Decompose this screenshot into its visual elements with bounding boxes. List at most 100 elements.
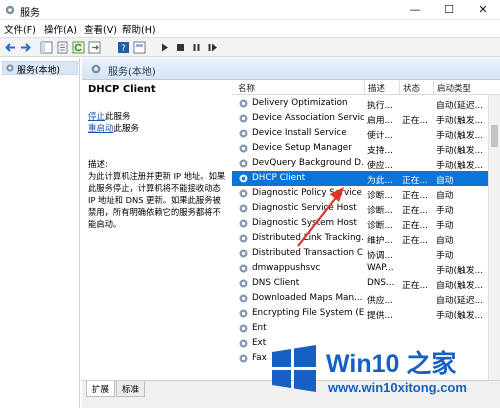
service-name-cell: DevQuery Background D... (252, 158, 364, 168)
service-description: 为此计算机注册并更新 IP 地址。如果 此服务停止，计算机将不能接收动态 IP … (88, 170, 230, 230)
service-name-cell: Diagnostic Policy Service (252, 188, 362, 198)
service-gear-icon (239, 204, 248, 213)
service-startup-cell: 自动(延迟... (436, 101, 484, 111)
menu-bar: 文件(F) 操作(A) 查看(V) 帮助(H) (0, 20, 500, 36)
service-name-cell: Diagnostic System Host (252, 218, 357, 228)
table-row[interactable]: Distributed Transaction C... 协调... 手动 (232, 246, 490, 261)
service-name-cell: DNS Client (252, 278, 300, 288)
service-description-cell: WAP... (367, 263, 394, 273)
service-name-cell: Encrypting File System (E... (252, 308, 364, 318)
tab-extended[interactable]: 扩展 (86, 381, 116, 397)
service-gear-icon (239, 99, 248, 108)
view-icon[interactable] (133, 41, 146, 54)
service-name-cell: Distributed Link Tracking... (252, 233, 364, 243)
service-gear-icon (239, 264, 248, 273)
gear-icon (91, 64, 101, 74)
service-description-cell: 支持... (367, 146, 393, 156)
service-name-cell: Device Association Service (252, 113, 364, 123)
service-name-cell: Delivery Optimization (252, 98, 348, 108)
service-description-cell: 使应... (367, 161, 393, 171)
service-description-cell: 执行... (367, 101, 393, 111)
stop-icon[interactable] (174, 41, 187, 54)
table-row[interactable]: Delivery Optimization 执行... 自动(延迟... (232, 96, 490, 111)
table-row[interactable]: Encrypting File System (E... 提供... 手动(触发..… (232, 306, 490, 321)
service-name-cell: dmwappushsvc (252, 263, 321, 273)
title-bar: 服务 — ☐ ✕ (0, 0, 500, 20)
properties-icon[interactable] (56, 41, 69, 54)
console-tree-icon[interactable] (40, 41, 53, 54)
service-description-cell: 提供... (367, 311, 393, 321)
pause-icon[interactable] (190, 41, 203, 54)
service-name-cell: DHCP Client (252, 173, 306, 183)
service-gear-icon (239, 249, 248, 258)
service-startup-cell: 手动(触发... (436, 131, 484, 141)
service-name-cell: Device Setup Manager (252, 143, 352, 153)
service-gear-icon (239, 189, 248, 198)
console-tree: 服务(本地) (0, 58, 80, 408)
stop-service-link[interactable]: 停止 (88, 112, 105, 122)
table-row[interactable]: Device Install Service 使计... 手动(触发... (232, 126, 490, 141)
refresh-icon[interactable] (72, 41, 85, 54)
pane-title: 服务(本地) (108, 67, 156, 78)
svg-text:?: ? (121, 44, 126, 54)
service-startup-cell: 手动 (436, 206, 454, 216)
description-line: 能启动。 (88, 219, 122, 229)
table-row[interactable]: Downloaded Maps Man... 供应... 自动(延迟... (232, 291, 490, 306)
scrollbar-thumb[interactable] (491, 125, 498, 147)
service-gear-icon (239, 294, 248, 303)
menu-file[interactable]: 文件(F) (4, 22, 36, 36)
column-header-startup-type[interactable]: 启动类型 (437, 82, 471, 94)
table-row[interactable]: Diagnostic System Host 诊断... 正在... 手动 (232, 216, 490, 231)
service-gear-icon (239, 279, 248, 288)
service-status-cell: 正在... (402, 236, 428, 246)
service-status-cell: 正在... (402, 191, 428, 201)
stop-suffix: 此服务 (105, 112, 131, 122)
table-row[interactable]: Diagnostic Service Host 诊断... 正在... 手动 (232, 201, 490, 216)
export-list-icon[interactable] (88, 41, 101, 54)
play-icon[interactable] (158, 41, 171, 54)
tab-standard[interactable]: 标准 (116, 381, 146, 397)
description-line: 禁用，所有明确依赖它的服务都将不 (88, 207, 221, 217)
table-row[interactable]: DHCP Client 为此... 正在... 自动 (232, 171, 490, 186)
table-row[interactable]: Distributed Link Tracking... 维护... 正在... 自动 (232, 231, 490, 246)
menu-view[interactable]: 查看(V) (84, 22, 117, 36)
table-row[interactable]: dmwappushsvc WAP... 手动(触发... (232, 261, 490, 276)
column-header-description[interactable]: 描述 (368, 82, 385, 94)
menu-action[interactable]: 操作(A) (44, 22, 77, 36)
close-button[interactable]: ✕ (466, 0, 500, 20)
table-row[interactable]: Diagnostic Policy Service 诊断... 正在... 自动 (232, 186, 490, 201)
service-description-cell: DNS... (367, 278, 395, 288)
table-row[interactable]: Device Setup Manager 支持... 手动(触发... (232, 141, 490, 156)
table-row[interactable]: DevQuery Background D... 使应... 手动(触发... (232, 156, 490, 171)
service-gear-icon (239, 309, 248, 318)
help-icon[interactable]: ? (117, 41, 130, 54)
service-gear-icon (239, 114, 248, 123)
service-name-cell: Distributed Transaction C... (252, 248, 364, 258)
forward-arrow-icon[interactable] (19, 41, 32, 54)
description-label: 描述: (88, 160, 108, 170)
service-name-cell: Diagnostic Service Host (252, 203, 357, 213)
menu-help[interactable]: 帮助(H) (122, 22, 156, 36)
tree-item-services-local[interactable]: 服务(本地) (2, 61, 78, 76)
column-header-name[interactable]: 名称 (238, 82, 255, 94)
service-description-cell: 为此... (367, 176, 393, 186)
tree-item-label: 服务(本地) (17, 66, 61, 76)
service-description-cell: 启用... (367, 116, 393, 126)
sort-ascending-icon: ▲ (292, 80, 297, 81)
column-header-status[interactable]: 状态 (403, 82, 420, 94)
minimize-button[interactable]: — (398, 0, 432, 20)
service-startup-cell: 手动(触发... (436, 146, 484, 156)
description-line: 为此计算机注册并更新 IP 地址。如果 (88, 171, 226, 181)
table-row[interactable]: DNS Client DNS... 正在... 自动(触发... (232, 276, 490, 291)
service-startup-cell: 自动(触发... (436, 281, 484, 291)
table-row[interactable]: Device Association Service 启用... 正在... 手动(触… (232, 111, 490, 126)
service-status-cell: 正在... (402, 281, 428, 291)
maximize-button[interactable]: ☐ (432, 0, 466, 20)
back-arrow-icon[interactable] (4, 41, 17, 54)
restart-icon[interactable] (206, 41, 219, 54)
service-description-cell: 维护... (367, 236, 393, 246)
list-header: ▲ 名称 描述 状态 启动类型 (232, 80, 500, 95)
restart-service-link[interactable]: 重启动 (88, 124, 114, 134)
service-gear-icon (239, 219, 248, 228)
service-startup-cell: 自动 (436, 176, 454, 186)
